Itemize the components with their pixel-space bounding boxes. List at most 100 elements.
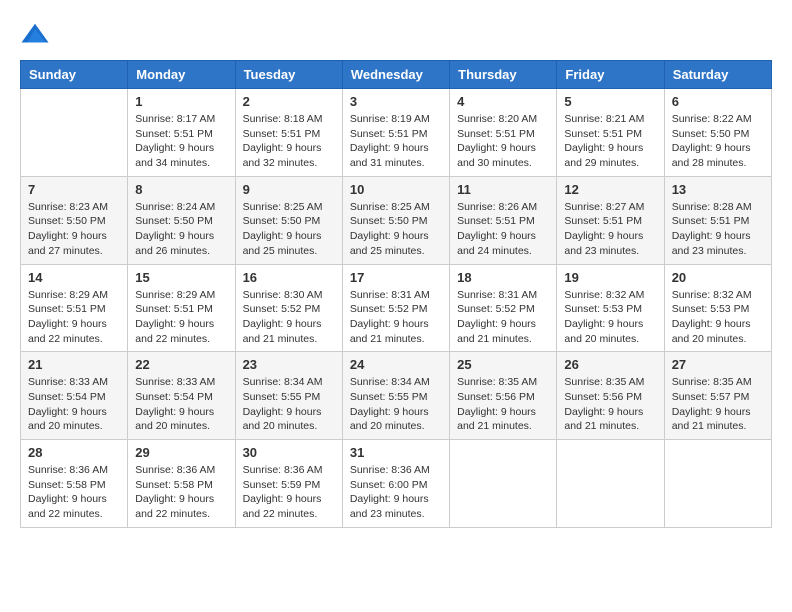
column-header-saturday: Saturday (664, 61, 771, 89)
column-header-friday: Friday (557, 61, 664, 89)
calendar-cell: 21Sunrise: 8:33 AMSunset: 5:54 PMDayligh… (21, 352, 128, 440)
column-header-monday: Monday (128, 61, 235, 89)
day-number: 1 (135, 94, 227, 109)
calendar-cell (664, 440, 771, 528)
day-number: 2 (243, 94, 335, 109)
day-number: 23 (243, 357, 335, 372)
calendar-cell: 30 Sunrise: 8:36 AMSunset: 5:59 PMDayligh… (235, 440, 342, 528)
calendar-cell: 4Sunrise: 8:20 AMSunset: 5:51 PMDaylight… (450, 89, 557, 177)
day-number: 8 (135, 182, 227, 197)
calendar-cell: 24 Sunrise: 8:34 AMSunset: 5:55 PMDayligh… (342, 352, 449, 440)
calendar-week-4: 21Sunrise: 8:33 AMSunset: 5:54 PMDayligh… (21, 352, 772, 440)
calendar-week-5: 28 Sunrise: 8:36 AMSunset: 5:58 PMDayligh… (21, 440, 772, 528)
day-info: Sunrise: 8:27 AMSunset: 5:51 PMDaylight:… (564, 200, 656, 259)
day-number: 30 (243, 445, 335, 460)
day-number: 19 (564, 270, 656, 285)
calendar-week-1: 1 Sunrise: 8:17 AMSunset: 5:51 PMDaylight… (21, 89, 772, 177)
day-info: Sunrise: 8:29 AMSunset: 5:51 PMDaylight:… (28, 288, 120, 347)
calendar-cell: 13 Sunrise: 8:28 AMSunset: 5:51 PMDayligh… (664, 176, 771, 264)
day-info: Sunrise: 8:23 AMSunset: 5:50 PMDaylight:… (28, 200, 120, 259)
calendar-cell: 31 Sunrise: 8:36 AMSunset: 6:00 PMDayligh… (342, 440, 449, 528)
day-info: Sunrise: 8:19 AMSunset: 5:51 PMDaylight:… (350, 112, 442, 171)
day-info: Sunrise: 8:35 AMSunset: 5:57 PMDaylight:… (672, 375, 764, 434)
day-number: 11 (457, 182, 549, 197)
day-number: 17 (350, 270, 442, 285)
day-info: Sunrise: 8:25 AMSunset: 5:50 PMDaylight:… (243, 200, 335, 259)
calendar-cell: 5Sunrise: 8:21 AMSunset: 5:51 PMDaylight… (557, 89, 664, 177)
calendar-cell: 12 Sunrise: 8:27 AMSunset: 5:51 PMDayligh… (557, 176, 664, 264)
logo (20, 20, 54, 50)
calendar-table: SundayMondayTuesdayWednesdayThursdayFrid… (20, 60, 772, 528)
day-number: 26 (564, 357, 656, 372)
day-info: Sunrise: 8:33 AMSunset: 5:54 PMDaylight:… (28, 375, 120, 434)
day-info: Sunrise: 8:28 AMSunset: 5:51 PMDaylight:… (672, 200, 764, 259)
calendar-cell: 7 Sunrise: 8:23 AMSunset: 5:50 PMDaylight… (21, 176, 128, 264)
calendar-header-row: SundayMondayTuesdayWednesdayThursdayFrid… (21, 61, 772, 89)
day-number: 20 (672, 270, 764, 285)
day-info: Sunrise: 8:21 AMSunset: 5:51 PMDaylight:… (564, 112, 656, 171)
day-info: Sunrise: 8:18 AMSunset: 5:51 PMDaylight:… (243, 112, 335, 171)
calendar-week-2: 7 Sunrise: 8:23 AMSunset: 5:50 PMDaylight… (21, 176, 772, 264)
calendar-cell: 19 Sunrise: 8:32 AMSunset: 5:53 PMDayligh… (557, 264, 664, 352)
page-header (20, 20, 772, 50)
day-number: 28 (28, 445, 120, 460)
calendar-cell: 14 Sunrise: 8:29 AMSunset: 5:51 PMDayligh… (21, 264, 128, 352)
day-number: 6 (672, 94, 764, 109)
calendar-cell: 11 Sunrise: 8:26 AMSunset: 5:51 PMDayligh… (450, 176, 557, 264)
day-info: Sunrise: 8:31 AMSunset: 5:52 PMDaylight:… (457, 288, 549, 347)
column-header-tuesday: Tuesday (235, 61, 342, 89)
calendar-cell: 20 Sunrise: 8:32 AMSunset: 5:53 PMDayligh… (664, 264, 771, 352)
day-number: 18 (457, 270, 549, 285)
calendar-cell: 29 Sunrise: 8:36 AMSunset: 5:58 PMDayligh… (128, 440, 235, 528)
day-number: 31 (350, 445, 442, 460)
calendar-cell (450, 440, 557, 528)
day-info: Sunrise: 8:36 AMSunset: 5:58 PMDaylight:… (135, 463, 227, 522)
day-info: Sunrise: 8:35 AMSunset: 5:56 PMDaylight:… (457, 375, 549, 434)
day-number: 7 (28, 182, 120, 197)
column-header-sunday: Sunday (21, 61, 128, 89)
day-info: Sunrise: 8:17 AMSunset: 5:51 PMDaylight:… (135, 112, 227, 171)
calendar-cell: 28 Sunrise: 8:36 AMSunset: 5:58 PMDayligh… (21, 440, 128, 528)
day-number: 12 (564, 182, 656, 197)
day-info: Sunrise: 8:36 AMSunset: 5:58 PMDaylight:… (28, 463, 120, 522)
day-number: 14 (28, 270, 120, 285)
day-info: Sunrise: 8:26 AMSunset: 5:51 PMDaylight:… (457, 200, 549, 259)
logo-icon (20, 20, 50, 50)
calendar-cell: 17Sunrise: 8:31 AMSunset: 5:52 PMDayligh… (342, 264, 449, 352)
day-info: Sunrise: 8:32 AMSunset: 5:53 PMDaylight:… (672, 288, 764, 347)
calendar-cell: 15 Sunrise: 8:29 AMSunset: 5:51 PMDayligh… (128, 264, 235, 352)
day-info: Sunrise: 8:22 AMSunset: 5:50 PMDaylight:… (672, 112, 764, 171)
day-info: Sunrise: 8:30 AMSunset: 5:52 PMDaylight:… (243, 288, 335, 347)
day-number: 15 (135, 270, 227, 285)
day-info: Sunrise: 8:29 AMSunset: 5:51 PMDaylight:… (135, 288, 227, 347)
day-info: Sunrise: 8:33 AMSunset: 5:54 PMDaylight:… (135, 375, 227, 434)
calendar-cell: 8Sunrise: 8:24 AMSunset: 5:50 PMDaylight… (128, 176, 235, 264)
day-number: 29 (135, 445, 227, 460)
calendar-cell (557, 440, 664, 528)
calendar-cell: 16 Sunrise: 8:30 AMSunset: 5:52 PMDayligh… (235, 264, 342, 352)
day-number: 16 (243, 270, 335, 285)
calendar-cell: 25 Sunrise: 8:35 AMSunset: 5:56 PMDayligh… (450, 352, 557, 440)
calendar-cell: 10Sunrise: 8:25 AMSunset: 5:50 PMDayligh… (342, 176, 449, 264)
calendar-cell: 2 Sunrise: 8:18 AMSunset: 5:51 PMDaylight… (235, 89, 342, 177)
calendar-cell: 23Sunrise: 8:34 AMSunset: 5:55 PMDayligh… (235, 352, 342, 440)
column-header-thursday: Thursday (450, 61, 557, 89)
day-info: Sunrise: 8:32 AMSunset: 5:53 PMDaylight:… (564, 288, 656, 347)
calendar-cell: 1 Sunrise: 8:17 AMSunset: 5:51 PMDaylight… (128, 89, 235, 177)
calendar-cell: 6 Sunrise: 8:22 AMSunset: 5:50 PMDaylight… (664, 89, 771, 177)
calendar-cell: 18 Sunrise: 8:31 AMSunset: 5:52 PMDayligh… (450, 264, 557, 352)
day-number: 4 (457, 94, 549, 109)
day-info: Sunrise: 8:35 AMSunset: 5:56 PMDaylight:… (564, 375, 656, 434)
day-info: Sunrise: 8:36 AMSunset: 6:00 PMDaylight:… (350, 463, 442, 522)
day-info: Sunrise: 8:34 AMSunset: 5:55 PMDaylight:… (350, 375, 442, 434)
day-number: 27 (672, 357, 764, 372)
calendar-cell: 9Sunrise: 8:25 AMSunset: 5:50 PMDaylight… (235, 176, 342, 264)
day-number: 13 (672, 182, 764, 197)
calendar-cell: 26 Sunrise: 8:35 AMSunset: 5:56 PMDayligh… (557, 352, 664, 440)
day-number: 25 (457, 357, 549, 372)
calendar-cell: 27 Sunrise: 8:35 AMSunset: 5:57 PMDayligh… (664, 352, 771, 440)
day-number: 24 (350, 357, 442, 372)
calendar-cell: 3Sunrise: 8:19 AMSunset: 5:51 PMDaylight… (342, 89, 449, 177)
column-header-wednesday: Wednesday (342, 61, 449, 89)
day-info: Sunrise: 8:36 AMSunset: 5:59 PMDaylight:… (243, 463, 335, 522)
